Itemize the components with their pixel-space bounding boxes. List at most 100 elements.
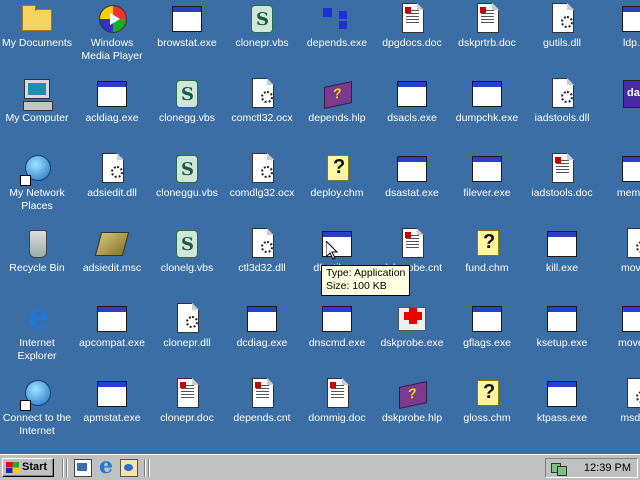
- dll-file-icon[interactable]: [246, 228, 278, 260]
- dll-file-icon[interactable]: [621, 378, 640, 410]
- application-window-icon[interactable]: [621, 303, 640, 335]
- desktop-icon[interactable]: movetr: [599, 225, 640, 297]
- network-globe-icon[interactable]: [20, 153, 53, 186]
- desktop-icon[interactable]: My Network Places: [0, 150, 75, 222]
- desktop-icon[interactable]: adsiedit.msc: [74, 225, 150, 297]
- application-window-icon[interactable]: [96, 78, 128, 110]
- desktop-icon[interactable]: dskprobe.exe: [374, 300, 450, 372]
- document-icon[interactable]: [321, 378, 353, 410]
- dll-file-icon[interactable]: [96, 153, 128, 185]
- desktop-icon[interactable]: Windows Media Player: [74, 0, 150, 72]
- application-window-icon[interactable]: [171, 3, 203, 35]
- document-icon[interactable]: [471, 3, 503, 35]
- application-window-icon[interactable]: [96, 303, 128, 335]
- desktop-icon[interactable]: My Documents: [0, 0, 75, 72]
- application-window-icon[interactable]: [471, 78, 503, 110]
- application-window-icon[interactable]: [621, 153, 640, 185]
- desktop-icon[interactable]: comctl32.ocx: [224, 75, 300, 147]
- application-window-icon[interactable]: [396, 153, 428, 185]
- help-book-icon[interactable]: [396, 378, 428, 410]
- application-window-icon[interactable]: [546, 378, 578, 410]
- desktop-icon[interactable]: dnscmd.exe: [299, 300, 375, 372]
- desktop-icon[interactable]: gloss.chm: [449, 375, 525, 447]
- desktop-icon[interactable]: dumpchk.exe: [449, 75, 525, 147]
- desktop-icon[interactable]: iadstools.dll: [524, 75, 600, 147]
- msc-console-icon[interactable]: [94, 228, 130, 260]
- computer-icon[interactable]: [21, 78, 53, 111]
- desktop-icon[interactable]: depends.cnt: [224, 375, 300, 447]
- dll-file-icon[interactable]: [171, 303, 203, 335]
- desktop-icon[interactable]: comdlg32.ocx: [224, 150, 300, 222]
- desktop-icon[interactable]: ktpass.exe: [524, 375, 600, 447]
- desktop-icon[interactable]: gutils.dll: [524, 0, 600, 72]
- internet-explorer-icon[interactable]: [97, 453, 115, 479]
- desktop-icon[interactable]: dpgdocs.doc: [374, 0, 450, 72]
- vbscript-icon[interactable]: [171, 153, 203, 185]
- desktop-icon[interactable]: clonegg.vbs: [149, 75, 225, 147]
- desktop-icon[interactable]: cloneggu.vbs: [149, 150, 225, 222]
- folder-icon[interactable]: [21, 3, 53, 35]
- desktop-icon[interactable]: browstat.exe: [149, 0, 225, 72]
- document-icon[interactable]: [396, 3, 428, 35]
- desktop-icon[interactable]: apmstat.exe: [74, 375, 150, 447]
- application-window-icon[interactable]: [471, 153, 503, 185]
- application-icon[interactable]: [621, 78, 640, 110]
- desktop-icon[interactable]: ldp.ex: [599, 0, 640, 72]
- desktop-icon[interactable]: dsastat.exe: [374, 150, 450, 222]
- desktop-icon[interactable]: dsacls.exe: [374, 75, 450, 147]
- desktop-icon[interactable]: deploy.chm: [299, 150, 375, 222]
- desktop-icon[interactable]: iadstools.doc: [524, 150, 600, 222]
- application-window-icon[interactable]: [621, 3, 640, 35]
- desktop-icon[interactable]: clonepr.dll: [149, 300, 225, 372]
- document-icon[interactable]: [246, 378, 278, 410]
- application-window-icon[interactable]: [321, 303, 353, 335]
- desktop-icon[interactable]: dskprtrb.doc: [449, 0, 525, 72]
- application-window-icon[interactable]: [546, 303, 578, 335]
- application-window-icon[interactable]: [96, 378, 128, 410]
- desktop-icon[interactable]: Internet Explorer: [0, 297, 75, 372]
- desktop-icon[interactable]: dskprobe.hlp: [374, 375, 450, 447]
- dll-file-icon[interactable]: [246, 153, 278, 185]
- vbscript-icon[interactable]: [171, 78, 203, 110]
- desktop-icon[interactable]: ctl3d32.dll: [224, 225, 300, 297]
- desktop-icon[interactable]: Recycle Bin: [0, 225, 75, 297]
- depends-icon[interactable]: [321, 3, 353, 35]
- dll-file-icon[interactable]: [546, 3, 578, 35]
- desktop-icon[interactable]: gflags.exe: [449, 300, 525, 372]
- dll-file-icon[interactable]: [246, 78, 278, 110]
- help-file-icon[interactable]: [471, 378, 503, 410]
- document-icon[interactable]: [171, 378, 203, 410]
- document-icon[interactable]: [546, 153, 578, 185]
- clock[interactable]: 12:39 PM: [584, 462, 631, 474]
- desktop-icon[interactable]: depends.exe: [299, 0, 375, 72]
- desktop-icon[interactable]: fund.chm: [449, 225, 525, 297]
- desktop-icon[interactable]: kill.exe: [524, 225, 600, 297]
- desktop-icon[interactable]: acldiag.exe: [74, 75, 150, 147]
- desktop-icon[interactable]: movetre: [599, 300, 640, 372]
- media-player-icon[interactable]: [96, 3, 128, 35]
- outlook-express-icon[interactable]: [120, 459, 138, 477]
- application-window-icon[interactable]: [471, 303, 503, 335]
- start-button[interactable]: Start: [2, 458, 54, 477]
- desktop-icon[interactable]: memsna: [599, 150, 640, 222]
- document-icon[interactable]: [396, 228, 428, 260]
- desktop-icon[interactable]: ksetup.exe: [524, 300, 600, 372]
- desktop-icon[interactable]: clonepr.doc: [149, 375, 225, 447]
- dll-file-icon[interactable]: [546, 78, 578, 110]
- recycle-bin-icon[interactable]: [21, 228, 53, 260]
- dskprobe-icon[interactable]: [396, 303, 428, 335]
- help-file-icon[interactable]: [321, 153, 353, 185]
- help-book-icon[interactable]: [321, 78, 353, 110]
- vbscript-icon[interactable]: [246, 3, 278, 35]
- desktop-icon[interactable]: msdis1: [599, 375, 640, 447]
- desktop-icon[interactable]: clonelg.vbs: [149, 225, 225, 297]
- network-globe-icon[interactable]: [20, 378, 53, 411]
- show-desktop-icon[interactable]: [74, 459, 92, 477]
- help-file-icon[interactable]: [471, 228, 503, 260]
- dll-file-icon[interactable]: [621, 228, 640, 260]
- desktop-icon[interactable]: Connect to the Internet: [0, 375, 75, 447]
- desktop-icon[interactable]: clonepr.vbs: [224, 0, 300, 72]
- application-window-icon[interactable]: [546, 228, 578, 260]
- application-window-icon[interactable]: [246, 303, 278, 335]
- desktop-icon[interactable]: [599, 75, 640, 147]
